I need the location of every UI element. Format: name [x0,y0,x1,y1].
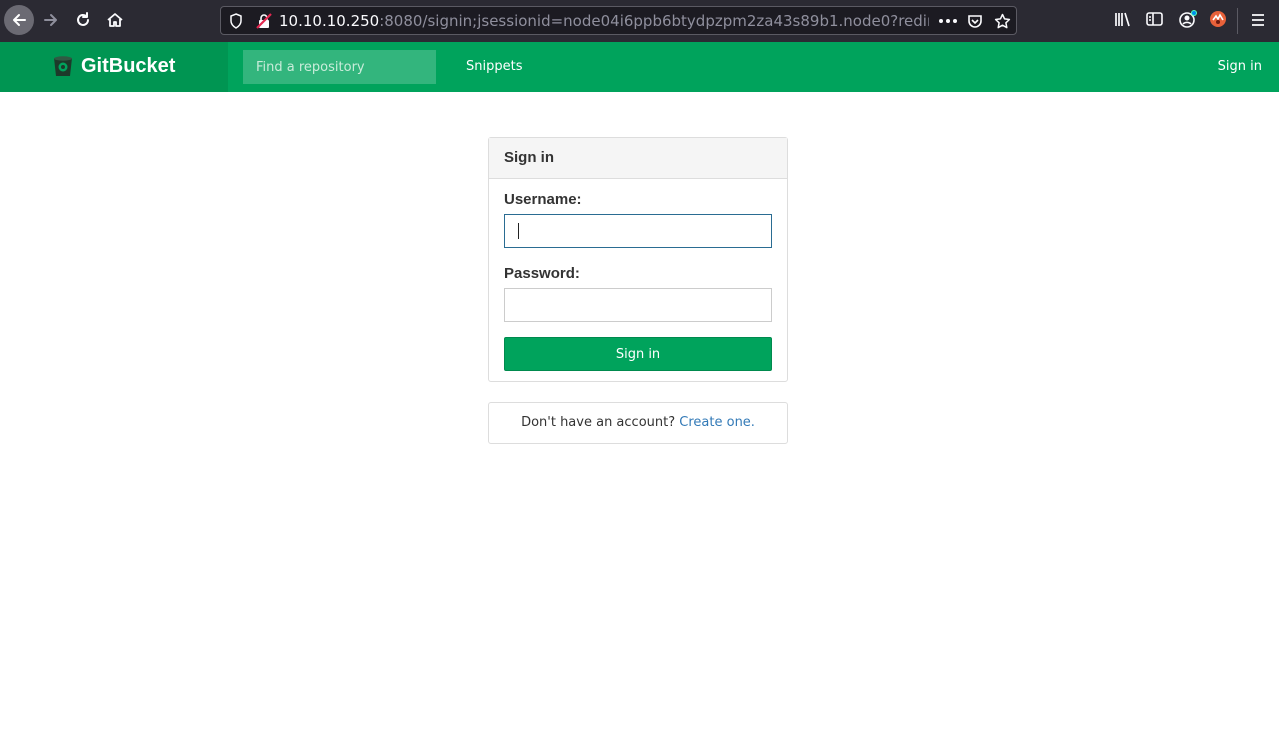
account-icon[interactable] [1178,9,1198,29]
arrow-right-icon [44,14,57,26]
url-path: :8080/signin;jsessionid=node04i6ppb6btyd… [379,12,929,30]
snippets-link[interactable]: Snippets [466,58,522,76]
create-account-prompt: Don't have an account? [521,415,676,430]
insecure-lock-icon[interactable] [256,13,272,29]
gitbucket-logo-icon [54,56,72,76]
shield-icon[interactable] [229,13,243,29]
brand-area[interactable]: GitBucket [0,42,228,92]
home-icon [107,13,123,27]
create-account-box: Don't have an account? Create one. [488,402,788,444]
text-caret [518,223,519,239]
password-label: Password: [504,265,580,282]
password-input[interactable] [504,288,772,322]
site-header: GitBucket Snippets Sign in [0,42,1279,92]
url-host: 10.10.10.250 [279,12,380,30]
library-icon[interactable] [1114,11,1132,27]
sidebar-icon[interactable] [1146,11,1163,27]
create-account-link[interactable]: Create one. [679,415,755,430]
toolbar-divider [1237,8,1238,34]
pocket-icon[interactable] [967,13,983,29]
browser-toolbar: 10.10.10.250:8080/signin;jsessionid=node… [0,0,1279,42]
reload-icon [77,12,89,26]
bookmark-star-icon[interactable] [994,13,1011,30]
arrow-left-icon [13,14,26,26]
back-button[interactable] [4,5,34,35]
forward-button[interactable] [36,5,66,35]
panel-title: Sign in [489,138,787,179]
sign-in-button[interactable]: Sign in [504,337,772,371]
url-text[interactable]: 10.10.10.250:8080/signin;jsessionid=node… [279,12,929,30]
address-bar[interactable]: 10.10.10.250:8080/signin;jsessionid=node… [220,6,1017,35]
username-label: Username: [504,191,582,208]
header-sign-in-link[interactable]: Sign in [1218,58,1262,76]
extension-icon[interactable] [1209,10,1227,28]
more-actions-icon[interactable] [939,19,957,23]
brand-title[interactable]: GitBucket [81,53,175,79]
home-button[interactable] [100,5,130,35]
sign-in-panel: Sign in Username: Password: Sign in [488,137,788,382]
hamburger-menu-icon[interactable] [1251,13,1265,27]
repository-search-input[interactable] [243,50,436,84]
username-input[interactable] [504,214,772,248]
reload-button[interactable] [68,5,98,35]
